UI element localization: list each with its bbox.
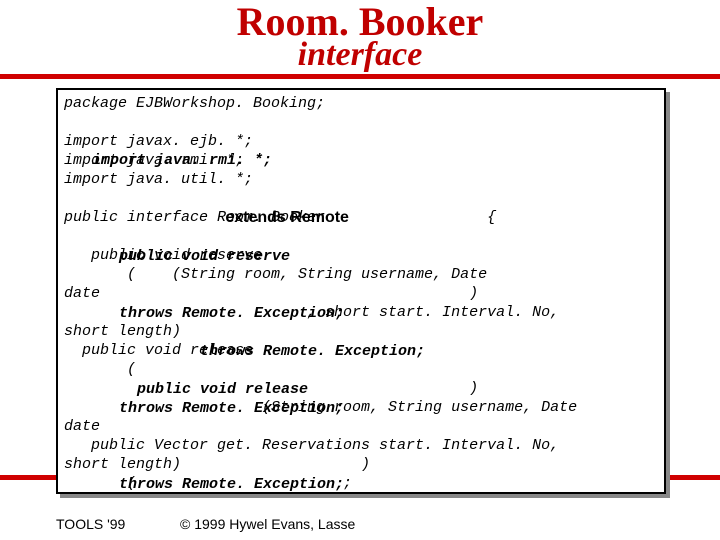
footer-mid: © 1999 Hywel Evans, Lasse [180,516,355,532]
divider-top [0,74,720,79]
code-front-line: extends Remote [92,209,349,226]
footer-left: TOOLS '99 [56,516,125,532]
code-layer-front: import java. rmi. *; extends Remote publ… [92,94,658,494]
code-front-line: throws Remote. Exception; [92,476,344,493]
code-front-line: public void release [92,381,308,398]
code-frame: package EJBWorkshop. Booking; import jav… [56,88,666,494]
title-line-2: interface [0,38,720,72]
title-block: Room. Booker interface [0,0,720,72]
slide: Room. Booker interface package EJBWorksh… [0,0,720,540]
code-front-line: import java. rmi. *; [92,152,272,169]
code-front-line: throws Remote. Exception; [92,305,344,322]
code-front-line: throws Remote. Exception; [92,343,425,360]
code-front-line: public void reserve [92,248,290,265]
code-front-line: throws Remote. Exception; [92,400,344,417]
